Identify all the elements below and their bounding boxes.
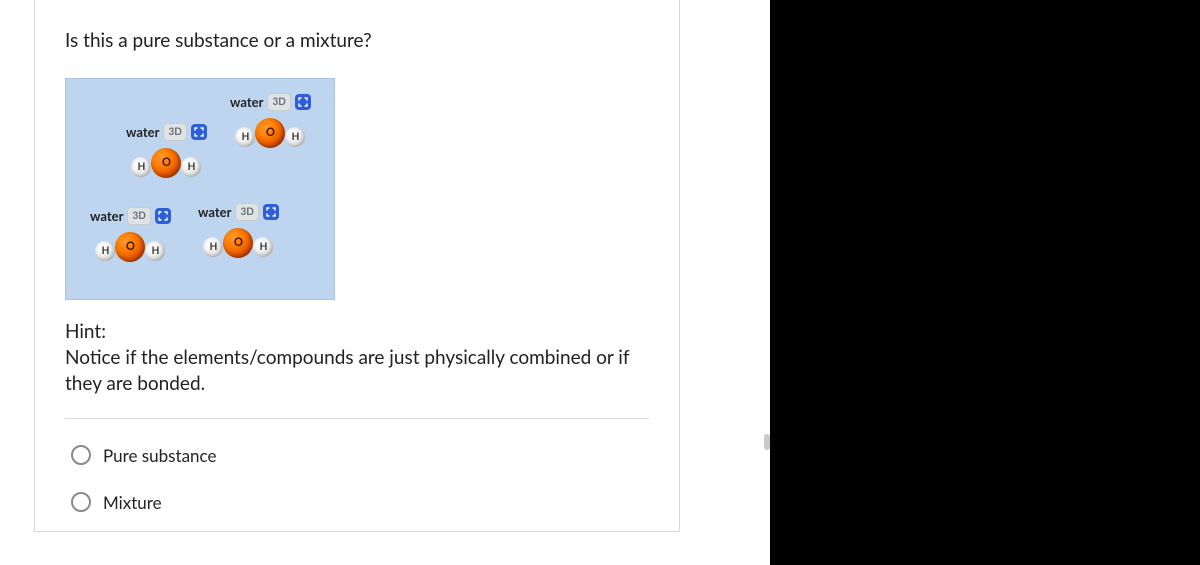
molecule: water3D HOH	[230, 93, 311, 153]
molecule-label: water3D	[90, 207, 171, 225]
hint-label: Hint:	[65, 320, 649, 343]
molecule: water3D HOH	[90, 207, 171, 267]
badge-3d[interactable]: 3D	[235, 203, 258, 221]
question-text: Is this a pure substance or a mixture?	[65, 28, 649, 54]
expand-icon[interactable]	[263, 204, 279, 220]
molecule-name: water	[230, 94, 263, 110]
radio-icon[interactable]	[71, 445, 91, 465]
expand-icon[interactable]	[155, 208, 171, 224]
molecule-name: water	[90, 208, 123, 224]
atom-h: H	[145, 241, 165, 261]
badge-3d[interactable]: 3D	[267, 93, 290, 111]
expand-icon[interactable]	[191, 124, 207, 140]
molecule-name: water	[198, 204, 231, 220]
scrollbar-thumb[interactable]	[764, 434, 770, 450]
molecule: water3D HOH	[126, 123, 207, 183]
question-card: Is this a pure substance or a mixture? w…	[34, 0, 680, 532]
right-black-panel	[770, 0, 1200, 565]
atom-h: H	[181, 157, 201, 177]
options-group: Pure substance Mixture	[65, 437, 649, 531]
hint-text: Notice if the elements/compounds are jus…	[65, 345, 649, 398]
atom-h: H	[253, 237, 273, 257]
option-label: Pure substance	[103, 445, 216, 466]
molecule-structure: HOH	[235, 113, 305, 153]
atom-o: O	[223, 228, 253, 258]
molecule-label: water3D	[230, 93, 311, 111]
molecule-structure: HOH	[131, 143, 201, 183]
option-row[interactable]: Pure substance	[65, 437, 649, 484]
molecule: water3D HOH	[198, 203, 279, 263]
option-row[interactable]: Mixture	[65, 484, 649, 531]
divider	[65, 418, 649, 419]
badge-3d[interactable]: 3D	[127, 207, 150, 225]
molecule-label: water3D	[126, 123, 207, 141]
atom-o: O	[255, 118, 285, 148]
atom-o: O	[115, 232, 145, 262]
badge-3d[interactable]: 3D	[163, 123, 186, 141]
atom-h: H	[235, 127, 255, 147]
option-label: Mixture	[103, 492, 162, 513]
molecule-name: water	[126, 124, 159, 140]
molecule-structure: HOH	[203, 223, 273, 263]
molecule-label: water3D	[198, 203, 279, 221]
atom-h: H	[95, 241, 115, 261]
atom-h: H	[131, 157, 151, 177]
atom-h: H	[203, 237, 223, 257]
expand-icon[interactable]	[295, 94, 311, 110]
atom-h: H	[285, 127, 305, 147]
radio-icon[interactable]	[71, 492, 91, 512]
molecule-diagram: water3DHOHwater3DHOHwater3DHOHwater3DHOH	[65, 78, 335, 300]
molecule-structure: HOH	[95, 227, 165, 267]
atom-o: O	[151, 148, 181, 178]
